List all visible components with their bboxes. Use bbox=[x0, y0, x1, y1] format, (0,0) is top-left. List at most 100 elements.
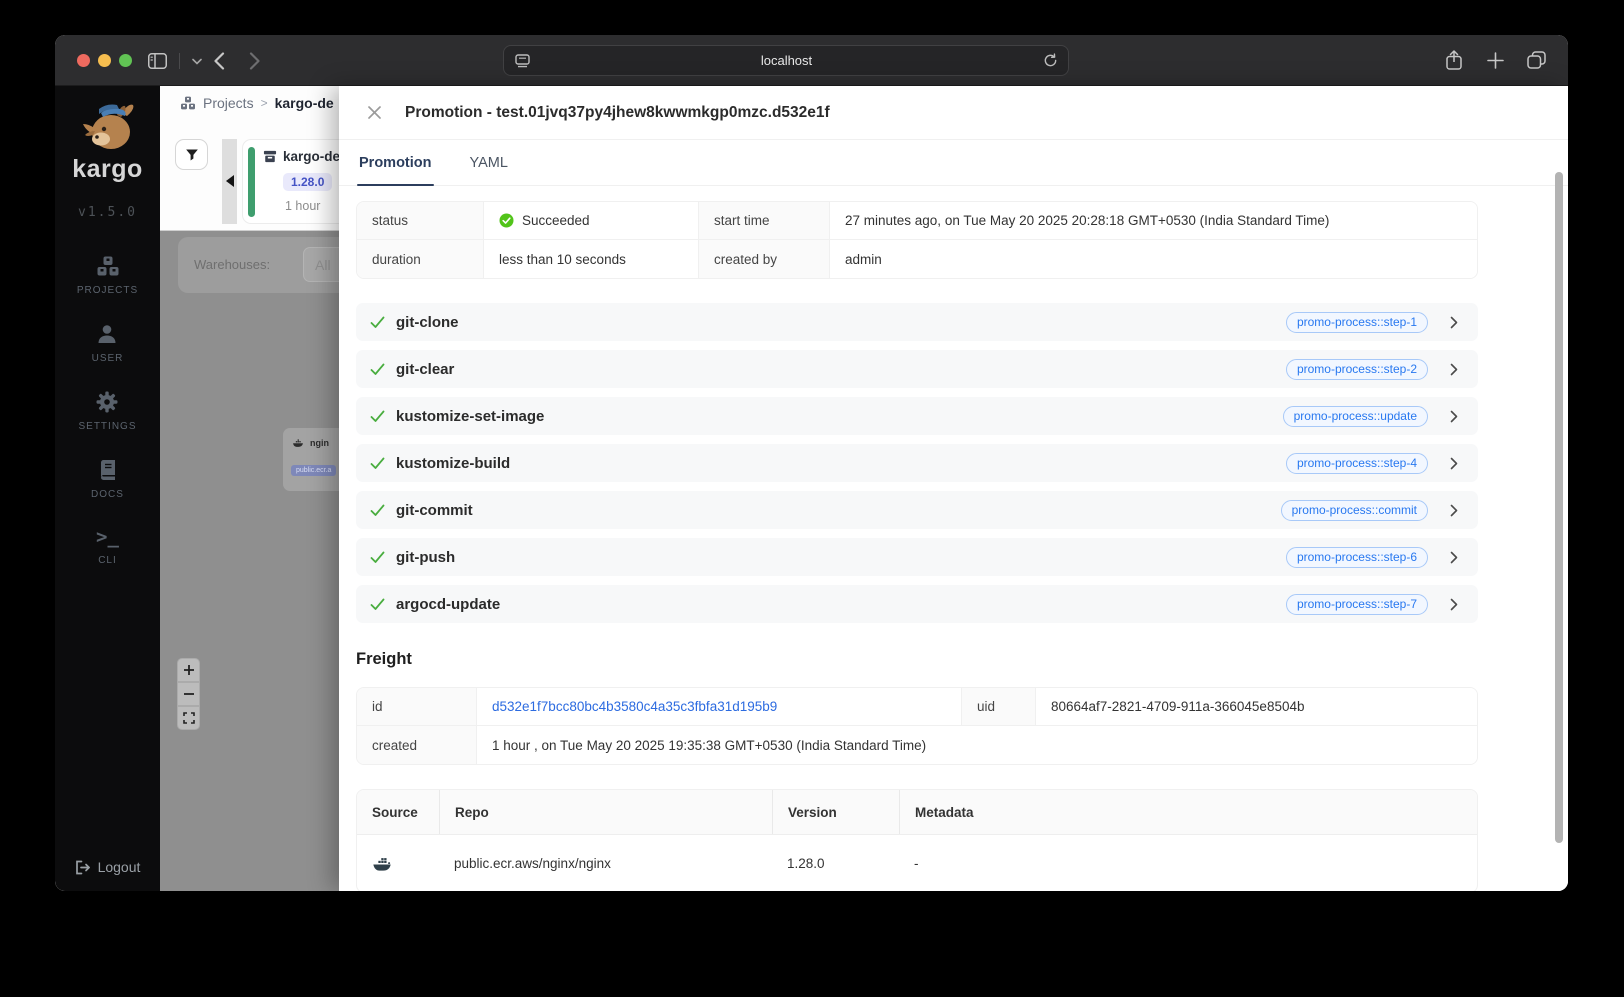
freight-table: id d532e1f7bcc80bc4b3580c4a35c3fbfa31d19… bbox=[356, 687, 1478, 765]
sidebar-item-projects[interactable]: PROJECTS bbox=[77, 254, 138, 296]
step-row[interactable]: git-clone promo-process::step-1 bbox=[356, 303, 1478, 341]
step-badge: promo-process::step-4 bbox=[1285, 452, 1428, 474]
browser-titlebar: localhost bbox=[55, 35, 1568, 86]
chevron-right-icon[interactable] bbox=[1450, 457, 1458, 470]
chevron-right-icon[interactable] bbox=[1450, 363, 1458, 376]
zoom-in-button[interactable] bbox=[177, 658, 200, 682]
fullscreen-icon bbox=[182, 712, 195, 724]
stage-freight-age: 1 hour bbox=[285, 199, 321, 213]
fullscreen-window-button[interactable] bbox=[119, 54, 132, 67]
promotion-steps-list: git-clone promo-process::step-1 git-clea… bbox=[356, 303, 1478, 623]
step-row[interactable]: kustomize-set-image promo-process::updat… bbox=[356, 397, 1478, 435]
drawer-title: Promotion - test.01jvq37py4jhew8kwwmkgp0… bbox=[405, 103, 830, 121]
sidebar-toggle-icon[interactable] bbox=[145, 49, 169, 73]
chevron-down-icon[interactable] bbox=[185, 49, 209, 73]
kargo-logo bbox=[82, 104, 133, 149]
docker-icon bbox=[373, 857, 391, 871]
fit-view-button[interactable] bbox=[177, 706, 200, 730]
freight-id-link[interactable]: d532e1f7bcc80bc4b3580c4a35c3fbfa31d195b9 bbox=[492, 699, 777, 714]
step-row[interactable]: git-push promo-process::step-6 bbox=[356, 538, 1478, 576]
app-version: v1.5.0 bbox=[78, 205, 137, 220]
freight-sources-table: Source Repo Version Metadata public.ecr.… bbox=[356, 789, 1478, 891]
step-name: kustomize-set-image bbox=[396, 407, 545, 425]
address-bar[interactable]: localhost bbox=[503, 45, 1069, 76]
chevron-right-icon[interactable] bbox=[1450, 316, 1458, 329]
drawer-scrollbar[interactable] bbox=[1555, 172, 1563, 843]
collapse-arrow-icon[interactable] bbox=[226, 175, 234, 187]
close-icon[interactable] bbox=[365, 104, 383, 122]
toolbar-divider bbox=[179, 53, 180, 69]
freight-uid-value: 80664af7-2821-4709-911a-366045e8504b bbox=[1036, 688, 1477, 726]
sidebar-item-docs[interactable]: DOCS bbox=[91, 458, 124, 500]
source-table-row: public.ecr.aws/nginx/nginx 1.28.0 - bbox=[357, 835, 1477, 891]
duration-value: less than 10 seconds bbox=[484, 240, 699, 278]
warehouses-select[interactable]: All bbox=[303, 247, 339, 282]
warehouse-icon bbox=[263, 150, 277, 163]
logout-icon bbox=[75, 860, 90, 874]
check-icon bbox=[370, 598, 385, 610]
col-source: Source bbox=[372, 804, 418, 820]
step-row[interactable]: git-commit promo-process::commit bbox=[356, 491, 1478, 529]
reload-icon[interactable] bbox=[1043, 53, 1058, 68]
logout-button[interactable]: Logout bbox=[55, 859, 160, 875]
minus-icon bbox=[183, 693, 194, 695]
sidebar-item-user[interactable]: USER bbox=[92, 322, 124, 364]
kargo-wordmark: kargo bbox=[72, 155, 143, 183]
sidebar-item-settings[interactable]: SETTINGS bbox=[78, 390, 136, 432]
back-icon[interactable] bbox=[207, 49, 231, 73]
step-badge: promo-process::commit bbox=[1280, 499, 1428, 521]
step-name: git-commit bbox=[396, 501, 473, 519]
gear-icon bbox=[96, 391, 118, 413]
tab-overview-icon[interactable] bbox=[1524, 48, 1548, 72]
step-row[interactable]: git-clear promo-process::step-2 bbox=[356, 350, 1478, 388]
stage-title: kargo-dem bbox=[283, 149, 339, 164]
docker-icon bbox=[293, 439, 303, 447]
image-node[interactable]: ngin public.ecr.a bbox=[283, 428, 339, 491]
funnel-icon bbox=[185, 149, 198, 160]
step-name: git-push bbox=[396, 548, 456, 566]
new-tab-icon[interactable] bbox=[1483, 48, 1507, 72]
forward-icon[interactable] bbox=[243, 49, 267, 73]
chevron-right-icon[interactable] bbox=[1450, 504, 1458, 517]
drawer-tabs: Promotion YAML bbox=[339, 140, 1568, 186]
step-badge: promo-process::step-7 bbox=[1285, 593, 1428, 615]
stage-freight-tag[interactable]: 1.28.0 bbox=[283, 173, 333, 191]
chevron-right-icon[interactable] bbox=[1450, 598, 1458, 611]
check-icon bbox=[370, 457, 385, 469]
freight-created-value: 1 hour , on Tue May 20 2025 19:35:38 GMT… bbox=[477, 726, 1477, 764]
step-row[interactable]: kustomize-build promo-process::step-4 bbox=[356, 444, 1478, 482]
source-version: 1.28.0 bbox=[787, 856, 825, 871]
breadcrumb-current-project[interactable]: kargo-de bbox=[275, 95, 334, 111]
status-label: status bbox=[357, 202, 484, 240]
zoom-out-button[interactable] bbox=[177, 682, 200, 706]
sidebar-item-cli[interactable]: >_ CLI bbox=[96, 526, 119, 566]
chevron-right-icon[interactable] bbox=[1450, 410, 1458, 423]
success-icon bbox=[499, 213, 514, 228]
freight-created-label: created bbox=[357, 726, 477, 764]
step-row[interactable]: argocd-update promo-process::step-7 bbox=[356, 585, 1478, 623]
page-icon bbox=[515, 53, 530, 68]
node-repo-tag: public.ecr.a bbox=[291, 465, 337, 476]
minimize-window-button[interactable] bbox=[98, 54, 111, 67]
tab-promotion[interactable]: Promotion bbox=[357, 140, 434, 186]
user-icon bbox=[98, 325, 116, 343]
close-window-button[interactable] bbox=[77, 54, 90, 67]
freight-id-value: d532e1f7bcc80bc4b3580c4a35c3fbfa31d195b9 bbox=[477, 688, 962, 726]
created-by-value: admin bbox=[830, 240, 1477, 278]
source-metadata: - bbox=[914, 856, 919, 871]
step-name: kustomize-build bbox=[396, 454, 511, 472]
share-icon[interactable] bbox=[1442, 48, 1466, 72]
tab-yaml[interactable]: YAML bbox=[468, 140, 510, 185]
url-text: localhost bbox=[760, 53, 813, 68]
step-badge: promo-process::step-1 bbox=[1285, 311, 1428, 333]
step-name: git-clear bbox=[396, 360, 455, 378]
chevron-right-icon[interactable] bbox=[1450, 551, 1458, 564]
breadcrumb-projects[interactable]: Projects bbox=[203, 95, 254, 111]
warehouses-label: Warehouses: bbox=[194, 257, 271, 272]
drawer-body: status Succeeded start time 27 minutes a… bbox=[339, 186, 1568, 891]
filter-button[interactable] bbox=[175, 139, 208, 170]
start-time-value: 27 minutes ago, on Tue May 20 2025 20:28… bbox=[830, 202, 1477, 240]
col-version: Version bbox=[772, 790, 899, 834]
stage-card[interactable]: kargo-dem 1.28.0 1 hour bbox=[242, 139, 339, 224]
boxes-icon bbox=[97, 256, 118, 276]
